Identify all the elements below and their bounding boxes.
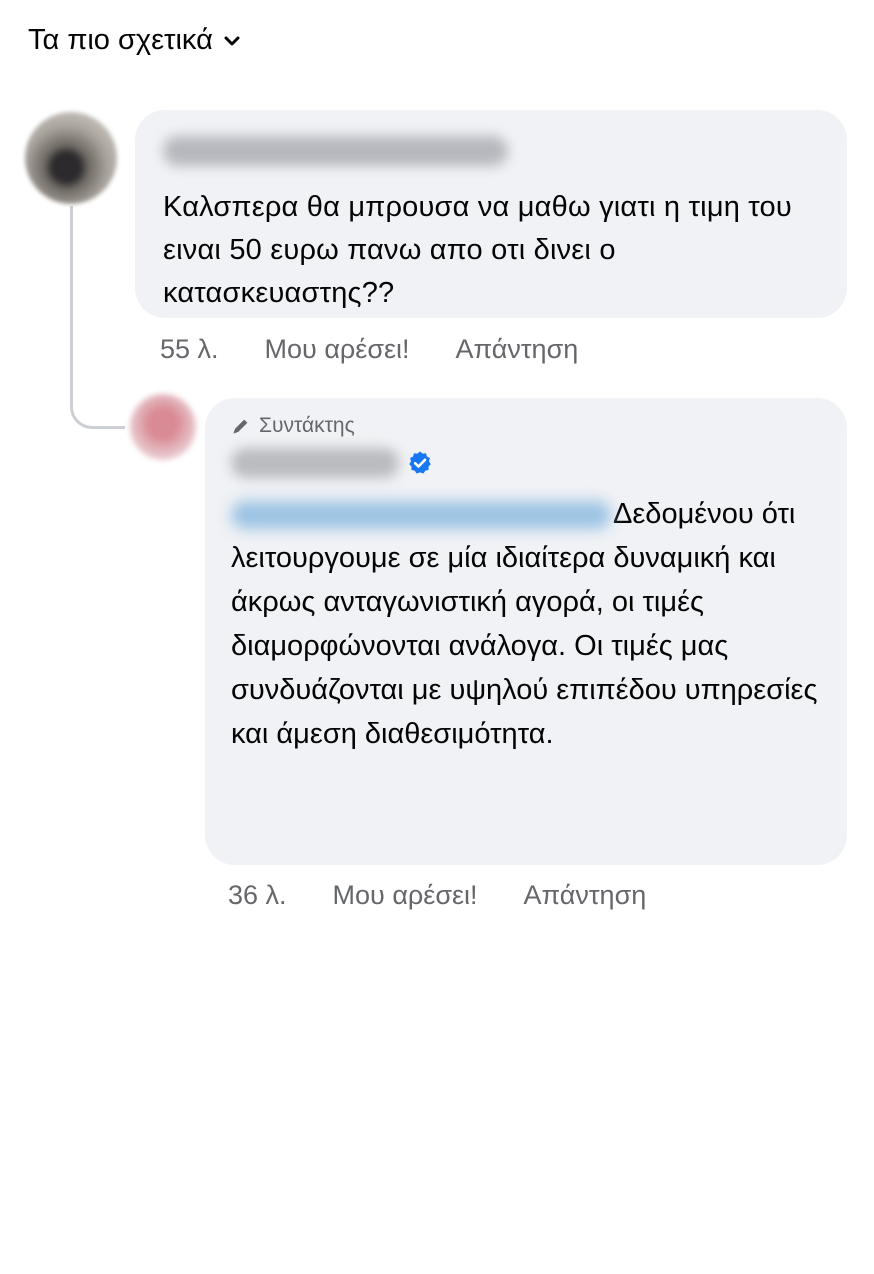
reply-text: Δεδομένου ότι λειτουργουμε σε μία ιδιαίτ…	[231, 498, 818, 750]
commenter-name-blurred[interactable]	[163, 136, 508, 166]
replier-avatar[interactable]	[130, 394, 196, 460]
sort-dropdown[interactable]: Τα πιο σχετικά	[28, 24, 241, 57]
like-button[interactable]: Μου αρέσει!	[265, 334, 410, 365]
verified-badge-icon	[409, 451, 431, 474]
reply-actions: 36 λ. Μου αρέσει! Απάντηση	[228, 880, 646, 911]
reply-bubble: Συντάκτης Δεδομένου ότι λειτουργουμε σε …	[205, 398, 847, 865]
pen-icon	[233, 419, 248, 434]
chevron-down-icon	[224, 36, 240, 45]
mention-tag-blurred[interactable]	[231, 501, 611, 530]
thread-connector-line	[70, 206, 125, 429]
reply-button[interactable]: Απάντηση	[524, 880, 647, 911]
author-badge-label: Συντάκτης	[259, 414, 355, 437]
comment-timestamp[interactable]: 55 λ.	[160, 334, 219, 365]
comment-bubble: Καλσπερα θα μπρουσα να μαθω γιατι η τιμη…	[135, 110, 847, 318]
author-badge: Συντάκτης	[231, 414, 821, 438]
reply-button[interactable]: Απάντηση	[456, 334, 579, 365]
like-button[interactable]: Μου αρέσει!	[333, 880, 478, 911]
sort-label: Τα πιο σχετικά	[28, 24, 213, 56]
commenter-avatar[interactable]	[25, 112, 117, 204]
comment-actions: 55 λ. Μου αρέσει! Απάντηση	[160, 334, 578, 365]
comment-text: Καλσπερα θα μπρουσα να μαθω γιατι η τιμη…	[163, 191, 792, 309]
replier-name-blurred[interactable]	[231, 448, 399, 478]
reply-text-block: Δεδομένου ότι λειτουργουμε σε μία ιδιαίτ…	[231, 492, 821, 756]
reply-timestamp[interactable]: 36 λ.	[228, 880, 287, 911]
